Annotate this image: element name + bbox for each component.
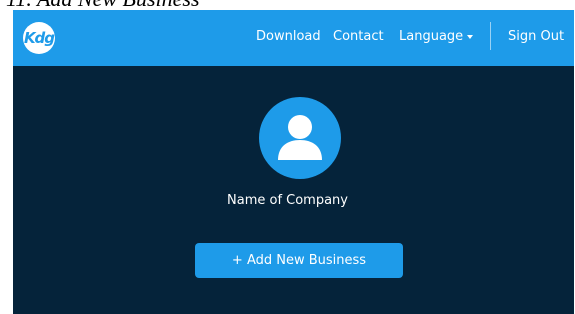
company-avatar[interactable] [259,97,341,179]
nav-contact-link[interactable]: Contact [333,28,384,46]
nav-language-dropdown[interactable]: Language [399,28,474,46]
add-new-business-button[interactable]: + Add New Business [195,243,403,278]
company-name-label: Name of Company [227,193,348,208]
nav-language-label: Language [399,29,464,44]
caret-down-icon [467,34,474,39]
sign-out-link[interactable]: Sign Out [508,28,564,46]
app-frame: Kdg Download Contact Language Sign Out N… [13,10,574,314]
nav-divider [490,22,491,50]
user-icon [278,115,322,160]
document-heading: 11. Add New Business [0,0,575,10]
app-logo[interactable]: Kdg [23,22,55,54]
nav-download-link[interactable]: Download [256,28,321,46]
top-navbar: Kdg Download Contact Language Sign Out [13,10,574,66]
